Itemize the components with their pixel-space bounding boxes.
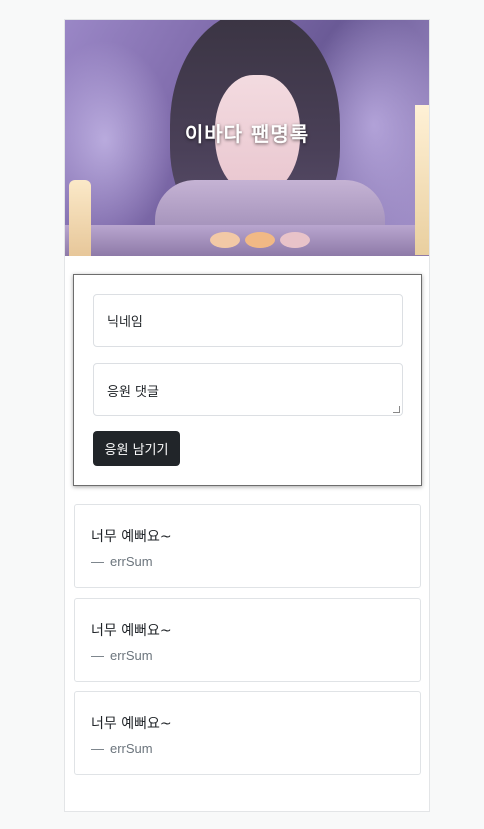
comment-dash: — bbox=[91, 741, 104, 756]
comment-author: — errSum bbox=[91, 554, 153, 569]
comment-text: 너무 예뻐요~ bbox=[91, 529, 172, 545]
comment-dash: — bbox=[91, 554, 104, 569]
banner-candle-left bbox=[69, 180, 91, 256]
guestbook-page: 이바다 팬명록 닉네임 응원 댓글 응원 남기기 너무 예뻐요~ — errSum… bbox=[64, 19, 430, 812]
comment-author-name: errSum bbox=[110, 648, 153, 663]
banner-macaron bbox=[280, 232, 310, 248]
banner-image: 이바다 팬명록 bbox=[65, 20, 429, 256]
comment-textarea[interactable]: 응원 댓글 bbox=[93, 363, 403, 416]
comment-placeholder: 응원 댓글 bbox=[107, 385, 159, 400]
banner-title: 이바다 팬명록 bbox=[184, 122, 310, 146]
comment-author-name: errSum bbox=[110, 741, 153, 756]
nickname-placeholder: 닉네임 bbox=[107, 315, 143, 330]
nickname-input[interactable]: 닉네임 bbox=[93, 294, 403, 347]
comment-text: 너무 예뻐요~ bbox=[91, 716, 172, 732]
comment-author: — errSum bbox=[91, 741, 153, 756]
comment-card: 너무 예뻐요~ — errSum bbox=[74, 598, 421, 682]
comment-dash: — bbox=[91, 648, 104, 663]
banner-macaron bbox=[210, 232, 240, 248]
comment-author-name: errSum bbox=[110, 554, 153, 569]
comment-text: 너무 예뻐요~ bbox=[91, 623, 172, 639]
comment-card: 너무 예뻐요~ — errSum bbox=[74, 504, 421, 588]
submit-comment-button[interactable]: 응원 남기기 bbox=[93, 431, 180, 466]
comment-form: 닉네임 응원 댓글 응원 남기기 bbox=[73, 274, 422, 486]
resize-handle-icon[interactable] bbox=[393, 406, 400, 413]
banner-macaron bbox=[245, 232, 275, 248]
comment-card: 너무 예뻐요~ — errSum bbox=[74, 691, 421, 775]
comment-author: — errSum bbox=[91, 648, 153, 663]
